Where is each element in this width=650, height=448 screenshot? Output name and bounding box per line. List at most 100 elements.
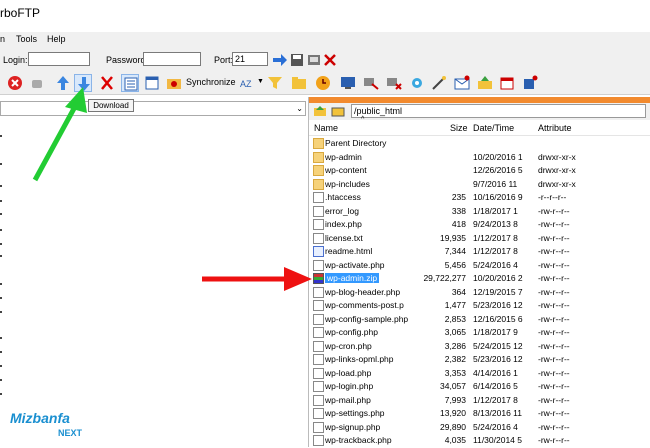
title-bar: rboFTP bbox=[0, 0, 650, 32]
file-attribute: -rw-r--r-- bbox=[538, 232, 570, 243]
file-row[interactable]: readme.html 7,344 1/12/2017 8 -rw-r--r-- bbox=[309, 245, 650, 259]
stop-icon[interactable] bbox=[6, 74, 24, 92]
file-name: wp-config-sample.php bbox=[325, 313, 409, 324]
selected-file-row[interactable]: wp-admin.zip 29,722,277 10/20/2016 2 -rw-r-… bbox=[309, 272, 650, 286]
file-attribute: -rw-r--r-- bbox=[538, 435, 570, 445]
synchronize-label[interactable]: Synchronize bbox=[186, 77, 236, 87]
file-row[interactable]: wp-blog-header.php 364 12/19/2015 7 -rw-r--… bbox=[309, 286, 650, 300]
file-row[interactable]: wp-settings.php 13,920 8/13/2016 11 -rw-r--… bbox=[309, 407, 650, 421]
refresh-folder-icon[interactable] bbox=[331, 105, 345, 117]
file-icon bbox=[313, 408, 324, 419]
file-row[interactable]: error_log 338 1/18/2017 1 -rw-r--r-- bbox=[309, 205, 650, 219]
magic-wand-icon[interactable] bbox=[430, 74, 448, 92]
monitor-icon[interactable] bbox=[339, 74, 357, 92]
new-folder-icon[interactable] bbox=[290, 74, 308, 92]
file-row[interactable]: license.txt 19,935 1/12/2017 8 -rw-r--r-- bbox=[309, 232, 650, 246]
file-row[interactable]: .htaccess 235 10/16/2016 9 -r--r--r-- bbox=[309, 191, 650, 205]
file-row[interactable]: index.php 418 9/24/2013 8 -rw-r--r-- bbox=[309, 218, 650, 232]
bookmark-add-icon[interactable] bbox=[521, 74, 539, 92]
menu-item-file[interactable]: n bbox=[0, 34, 5, 44]
file-row[interactable]: wp-login.php 34,057 6/14/2016 5 -rw-r--r-- bbox=[309, 380, 650, 394]
port-input[interactable]: 21 bbox=[232, 52, 268, 66]
file-date: 8/13/2016 11 bbox=[473, 408, 522, 418]
file-row[interactable]: wp-activate.php 5,456 5/24/2016 4 -rw-r--r-… bbox=[309, 259, 650, 273]
up-folder-icon[interactable] bbox=[476, 74, 494, 92]
file-name: wp-config.php bbox=[325, 327, 378, 337]
file-row[interactable]: wp-cron.php 3,286 5/24/2015 12 -rw-r--r-- bbox=[309, 340, 650, 354]
password-label: Password: bbox=[106, 55, 149, 65]
file-date: 12/19/2015 7 bbox=[473, 286, 523, 297]
file-attribute: -rw-r--r-- bbox=[538, 313, 570, 324]
file-attribute: drwxr-xr-x bbox=[538, 178, 576, 189]
menu-item-help[interactable]: Help bbox=[47, 34, 66, 44]
file-name: wp-signup.php bbox=[325, 421, 381, 432]
file-name: wp-includes bbox=[325, 178, 370, 189]
connection-bar: Login: Password: Port: 21 bbox=[0, 48, 650, 73]
file-attribute: -rw-r--r-- bbox=[538, 408, 570, 418]
file-attribute: drwxr-xr-x bbox=[538, 165, 576, 175]
file-attribute: -r--r--r-- bbox=[538, 192, 567, 202]
file-name: index.php bbox=[325, 219, 362, 229]
remote-path-input[interactable]: /public_html bbox=[351, 104, 646, 118]
sort-dropdown-icon[interactable]: ▼ bbox=[257, 78, 264, 85]
file-icon bbox=[313, 219, 324, 230]
file-size: 4,035 bbox=[444, 435, 466, 445]
file-row[interactable]: Parent Directory bbox=[309, 137, 650, 151]
port-label: Port: bbox=[214, 55, 234, 65]
file-row[interactable]: wp-trackback.php 4,035 11/30/2014 5 -rw-r--… bbox=[309, 434, 650, 448]
column-header-size[interactable]: Size bbox=[450, 123, 468, 133]
sort-az-icon[interactable]: AZ bbox=[238, 74, 256, 92]
chevron-down-icon[interactable]: ⌄ bbox=[296, 104, 303, 113]
back-folder-icon[interactable] bbox=[313, 105, 327, 117]
mail-icon[interactable] bbox=[453, 74, 471, 92]
detail-view-icon[interactable] bbox=[143, 74, 161, 92]
transfer-icon[interactable] bbox=[362, 74, 380, 92]
file-size: 34,057 bbox=[440, 381, 466, 391]
column-header-attribute[interactable]: Attribute bbox=[538, 123, 572, 133]
column-header-date[interactable]: Date/Time bbox=[473, 123, 514, 133]
parent-folder-icon bbox=[313, 138, 324, 149]
file-row[interactable]: wp-signup.php 29,890 5/24/2016 4 -rw-r--r-- bbox=[309, 421, 650, 435]
menu-item-tools[interactable]: Tools bbox=[16, 34, 37, 44]
file-date: 5/24/2016 4 bbox=[473, 421, 518, 432]
file-row[interactable]: wp-load.php 3,353 4/14/2016 1 -rw-r--r-- bbox=[309, 367, 650, 381]
password-input[interactable] bbox=[143, 52, 201, 66]
green-annotation-arrow bbox=[32, 87, 87, 182]
file-icon bbox=[313, 232, 324, 244]
file-attribute: drwxr-xr-x bbox=[538, 151, 576, 162]
clock-icon[interactable] bbox=[314, 74, 332, 92]
file-row[interactable]: wp-config-sample.php 2,853 12/16/2015 6 -rw… bbox=[309, 313, 650, 327]
cancel-transfer-icon[interactable] bbox=[385, 74, 403, 92]
disconnect-icon[interactable] bbox=[321, 51, 339, 69]
calendar-icon[interactable] bbox=[498, 74, 516, 92]
file-date: 9/24/2013 8 bbox=[473, 219, 518, 229]
file-row[interactable]: wp-links-opml.php 2,382 5/23/2016 12 -rw-r-… bbox=[309, 353, 650, 367]
file-size: 235 bbox=[451, 192, 466, 202]
file-icon bbox=[313, 327, 324, 338]
file-row[interactable]: wp-admin 10/20/2016 1 drwxr-xr-x bbox=[309, 151, 650, 165]
file-row[interactable]: wp-content 12/26/2016 5 drwxr-xr-x bbox=[309, 164, 650, 178]
settings-icon[interactable] bbox=[408, 74, 426, 92]
svg-text:AZ: AZ bbox=[240, 79, 252, 89]
connect-arrow-icon[interactable] bbox=[271, 51, 289, 69]
file-row[interactable]: wp-config.php 3,065 1/18/2017 9 -rw-r--r-- bbox=[309, 326, 650, 340]
synchronize-icon[interactable] bbox=[165, 74, 183, 92]
column-header-name[interactable]: Name bbox=[314, 123, 338, 133]
html-file-icon bbox=[313, 246, 324, 257]
file-row[interactable]: wp-mail.php 7,993 1/12/2017 8 -rw-r--r-- bbox=[309, 394, 650, 408]
file-size: 2,853 bbox=[444, 313, 466, 324]
file-row[interactable]: wp-comments-post.p 1,477 5/23/2016 12 -rw-r… bbox=[309, 299, 650, 313]
file-name: wp-trackback.php bbox=[325, 435, 392, 445]
file-date: 5/24/2016 4 bbox=[473, 259, 518, 270]
file-row[interactable]: wp-includes 9/7/2016 11 drwxr-xr-x bbox=[309, 178, 650, 192]
save-icon[interactable] bbox=[288, 51, 306, 69]
file-date: 10/20/2016 2 bbox=[473, 273, 523, 283]
filter-icon[interactable] bbox=[266, 74, 284, 92]
list-view-icon[interactable] bbox=[121, 74, 139, 92]
file-icon bbox=[313, 192, 324, 203]
delete-icon[interactable] bbox=[98, 74, 116, 92]
remote-list-header: Name Size Date/Time Attribute ^ bbox=[309, 116, 650, 136]
login-input[interactable] bbox=[28, 52, 90, 66]
main-toolbar: Synchronize AZ ▼ bbox=[0, 72, 650, 95]
file-date: 5/24/2015 12 bbox=[473, 340, 523, 351]
